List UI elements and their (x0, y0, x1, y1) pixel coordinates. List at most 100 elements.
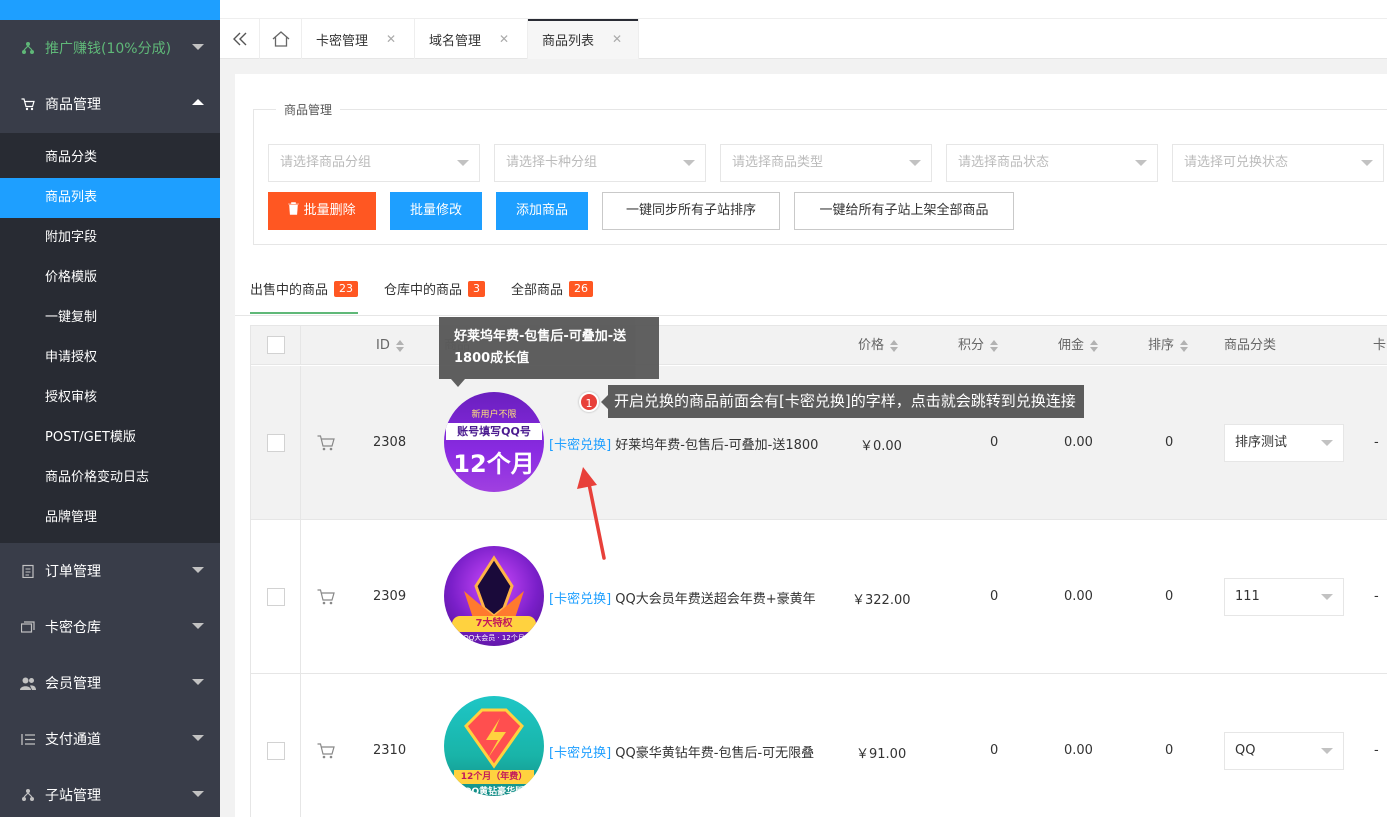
product-name[interactable]: [卡密兑换] QQ大会员年费送超会年费+豪黄年 (549, 588, 833, 607)
cell-sort: 0 (1165, 743, 1174, 758)
tab-product-list[interactable]: 商品列表 ✕ (528, 19, 639, 59)
exchange-status-select[interactable]: 请选择可兑换状态 (1172, 144, 1384, 182)
sidebar-subitem-price-template[interactable]: 价格模版 (0, 258, 220, 298)
cards-icon (20, 619, 36, 635)
sort-icon[interactable] (395, 339, 404, 352)
sidebar-subitem-extra-fields[interactable]: 附加字段 (0, 218, 220, 258)
category-select[interactable]: QQ (1224, 732, 1344, 770)
sidebar-subitem-apply-auth[interactable]: 申请授权 (0, 338, 220, 378)
caret-down-icon (683, 160, 695, 166)
table-row[interactable]: 2310 12个月（年费） QQ黄钻豪华版 [卡密兑换] QQ豪华黄钻年费-包售… (251, 674, 1387, 817)
tab-all[interactable]: 全部商品 26 (511, 266, 594, 311)
caret-down-icon (457, 160, 469, 166)
table-row[interactable]: 2309 7大特权 QQ大会员 · 12个月 [卡密兑换] QQ大会员年费送超会… (251, 520, 1387, 674)
cart-icon[interactable] (317, 589, 335, 605)
exchange-link[interactable]: [卡密兑换] (549, 592, 611, 607)
cell-extra: - (1374, 743, 1379, 758)
select-placeholder: 请选择可兑换状态 (1184, 155, 1289, 170)
product-name[interactable]: [卡密兑换] QQ豪华黄钻年费-包售后-可无限叠 (549, 742, 833, 761)
header-points[interactable]: 积分 (958, 326, 999, 365)
batch-edit-button[interactable]: 批量修改 (390, 192, 482, 230)
row-checkbox[interactable] (267, 742, 285, 760)
tab-card-management[interactable]: 卡密管理 ✕ (302, 19, 415, 59)
sidebar-item-cards[interactable]: 卡密仓库 (0, 599, 220, 655)
cell-sort: 0 (1165, 589, 1174, 604)
tab-label: 全部商品 (511, 283, 564, 298)
cell-extra: - (1374, 435, 1379, 450)
sidebar-item-promo[interactable]: 推广赚钱(10%分成) (0, 20, 220, 76)
sort-icon[interactable] (1180, 339, 1189, 352)
header-label: ID (376, 338, 390, 353)
home-tab[interactable] (260, 19, 302, 59)
product-title: 好莱坞年费-包售后-可叠加-送1800 (615, 438, 819, 453)
button-label: 批量删除 (303, 203, 356, 218)
sort-icon[interactable] (890, 339, 899, 352)
close-icon[interactable]: ✕ (499, 32, 509, 46)
close-icon[interactable]: ✕ (386, 32, 396, 46)
tab-label: 商品列表 (542, 33, 595, 49)
sidebar-item-label: 支付通道 (45, 732, 101, 748)
product-name[interactable]: [卡密兑换] 好莱坞年费-包售后-可叠加-送1800 (549, 434, 833, 453)
publish-all-button[interactable]: 一键给所有子站上架全部商品 (794, 192, 1014, 230)
header-id[interactable]: ID (376, 326, 404, 365)
sort-icon[interactable] (1090, 339, 1099, 352)
caret-down-icon (1321, 748, 1333, 754)
sort-icon[interactable] (990, 339, 999, 352)
exchange-link[interactable]: [卡密兑换] (549, 746, 611, 761)
row-checkbox[interactable] (267, 434, 285, 452)
sidebar-item-payment[interactable]: 支付通道 (0, 711, 220, 767)
cart-icon[interactable] (317, 743, 335, 759)
sidebar-subitem-category[interactable]: 商品分类 (0, 138, 220, 178)
sidebar-item-label: 商品管理 (45, 97, 101, 113)
sidebar-subitem-auth-review[interactable]: 授权审核 (0, 378, 220, 418)
cell-id: 2309 (373, 589, 407, 604)
thumb-text: QQ大会员 · 12个月 (463, 634, 525, 642)
select-value: 111 (1235, 589, 1260, 604)
header-commission[interactable]: 佣金 (1058, 326, 1099, 365)
users-icon (20, 675, 36, 691)
cart-icon[interactable] (317, 435, 335, 451)
header-category: 商品分类 (1224, 326, 1276, 365)
sidebar-subitem-copy[interactable]: 一键复制 (0, 298, 220, 338)
category-select[interactable]: 排序测试 (1224, 424, 1344, 462)
product-image[interactable]: 新用户不限 账号填写QQ号 12个月 (444, 392, 544, 492)
cell-points: 0 (990, 435, 999, 450)
sidebar-subitem-post-get[interactable]: POST/GET模版 (0, 418, 220, 458)
sidebar-item-substation[interactable]: 子站管理 (0, 767, 220, 817)
collapse-tabs-button[interactable] (220, 19, 260, 59)
product-type-select[interactable]: 请选择商品类型 (720, 144, 932, 182)
close-icon[interactable]: ✕ (612, 32, 622, 46)
sidebar-item-orders[interactable]: 订单管理 (0, 543, 220, 599)
tab-in-warehouse[interactable]: 仓库中的商品 3 (384, 266, 486, 311)
sidebar-header (0, 0, 220, 20)
add-product-button[interactable]: 添加商品 (496, 192, 588, 230)
sidebar-item-members[interactable]: 会员管理 (0, 655, 220, 711)
sidebar-item-label: 订单管理 (45, 564, 101, 580)
header-price[interactable]: 价格 (858, 326, 899, 365)
sidebar-subitem-product-list[interactable]: 商品列表 (0, 178, 220, 218)
batch-delete-button[interactable]: 批量删除 (268, 192, 376, 230)
header-more: 卡 (1373, 326, 1386, 365)
tab-domain-management[interactable]: 域名管理 ✕ (415, 19, 528, 59)
caret-down-icon (1321, 594, 1333, 600)
exchange-link[interactable]: [卡密兑换] (549, 438, 611, 453)
product-status-select[interactable]: 请选择商品状态 (946, 144, 1158, 182)
clipboard-icon (20, 563, 36, 579)
group-select[interactable]: 请选择商品分组 (268, 144, 480, 182)
sync-sort-button[interactable]: 一键同步所有子站排序 (602, 192, 780, 230)
trash-icon (288, 202, 300, 215)
select-all-checkbox[interactable] (267, 336, 285, 354)
sidebar-submenu: 商品分类 商品列表 附加字段 价格模版 一键复制 申请授权 授权审核 POST/… (0, 133, 220, 543)
sidebar-subitem-price-log[interactable]: 商品价格变动日志 (0, 458, 220, 498)
cell-commission: 0.00 (1064, 589, 1093, 604)
product-image[interactable]: 12个月（年费） QQ黄钻豪华版 (444, 696, 544, 796)
sidebar-item-goods[interactable]: 商品管理 (0, 76, 220, 132)
sidebar-item-label: 推广赚钱(10%分成) (45, 41, 172, 57)
sidebar-subitem-brand[interactable]: 品牌管理 (0, 498, 220, 543)
tab-on-sale[interactable]: 出售中的商品 23 (250, 266, 359, 314)
header-sort[interactable]: 排序 (1148, 326, 1189, 365)
card-type-select[interactable]: 请选择卡种分组 (494, 144, 706, 182)
product-image[interactable]: 7大特权 QQ大会员 · 12个月 (444, 546, 544, 646)
category-select[interactable]: 111 (1224, 578, 1344, 616)
row-checkbox[interactable] (267, 588, 285, 606)
